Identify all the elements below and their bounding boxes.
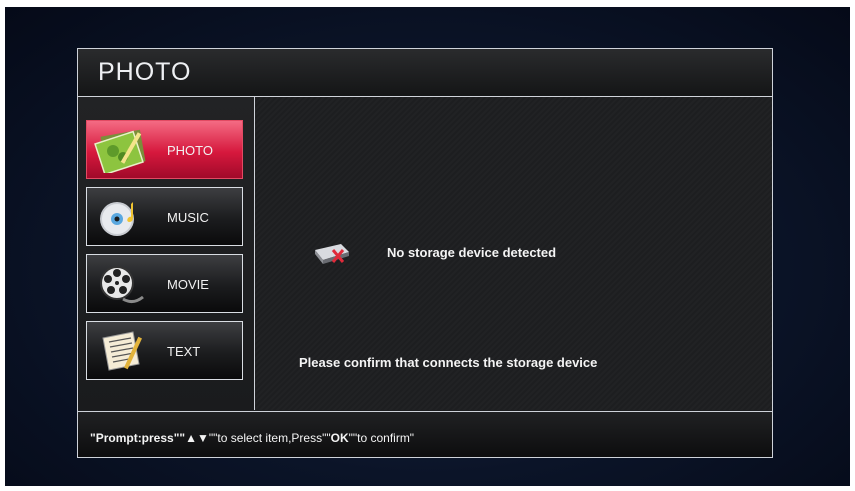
prompt-select-text: ""to select item,Press"": [208, 431, 331, 445]
prompt-label: "Prompt:press"": [90, 431, 186, 445]
sidebar-item-photo[interactable]: PHOTO: [86, 120, 243, 179]
page-title: PHOTO: [98, 58, 192, 86]
prompt-confirm-text: ""to confirm": [348, 431, 415, 445]
content-area: No storage device detected Please confir…: [255, 97, 772, 410]
sidebar: PHOTO MUSIC MOVIE TEXT: [78, 97, 255, 410]
confirm-message: Please confirm that connects the storage…: [299, 355, 598, 370]
sidebar-item-music[interactable]: MUSIC: [86, 187, 243, 246]
sidebar-item-text[interactable]: TEXT: [86, 321, 243, 380]
music-disc-icon: [100, 202, 134, 236]
sidebar-item-label: MUSIC: [167, 210, 209, 225]
text-document-icon: [102, 331, 142, 371]
title-bar: PHOTO: [78, 49, 772, 97]
photo-icon: [94, 129, 146, 173]
no-storage-icon: [315, 244, 349, 264]
sidebar-item-label: TEXT: [167, 344, 201, 359]
no-device-message: No storage device detected: [387, 245, 557, 260]
ok-key-label: OK: [330, 431, 349, 445]
tv-screen: PHOTO PHOTO MUSIC MOVIE TEXT No storage …: [5, 7, 850, 486]
prompt-text: "Prompt:press""▲▼""to select item,Press"…: [90, 431, 414, 445]
sidebar-item-label: MOVIE: [167, 277, 209, 292]
media-panel: PHOTO PHOTO MUSIC MOVIE TEXT No storage …: [77, 48, 773, 458]
sidebar-item-label: PHOTO: [167, 143, 213, 158]
film-reel-icon: [100, 266, 144, 304]
sidebar-item-movie[interactable]: MOVIE: [86, 254, 243, 313]
arrow-keys-icon: ▲▼: [185, 431, 209, 445]
prompt-bar: "Prompt:press""▲▼""to select item,Press"…: [78, 411, 772, 457]
